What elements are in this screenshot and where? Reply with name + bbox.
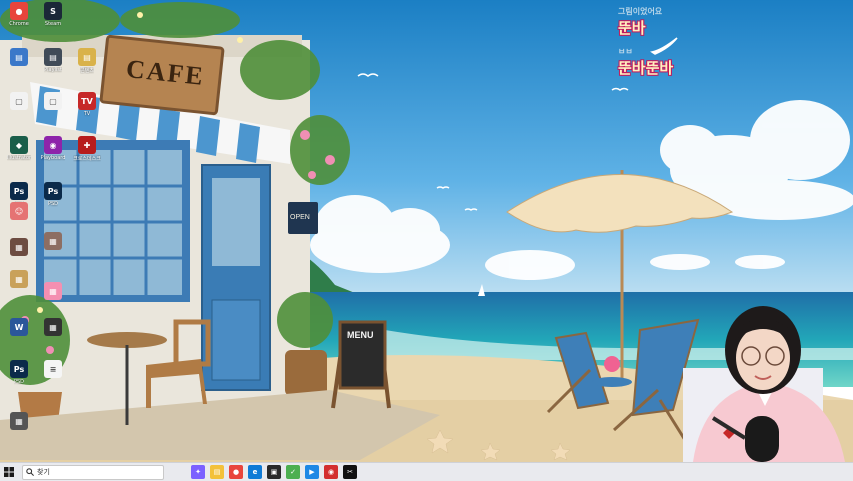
taskbar-pinned-apps: ✦ ▤ ● e ▣ ✓ ▶ ◉ ✂ xyxy=(186,465,357,479)
desktop-icon-label: Playlist xyxy=(44,67,62,73)
taskbar-app-app-green-icon[interactable]: ✓ xyxy=(286,465,300,479)
desktop-icon-doc-1[interactable]: ▢ xyxy=(4,92,34,122)
desktop-icon-label: Steam xyxy=(44,21,62,27)
image-3-icon: ▦ xyxy=(10,270,28,288)
overlay-line2-small: ㅂㅂ xyxy=(618,47,633,56)
overlay-line2-big: 뚠바뚠바 xyxy=(618,59,674,77)
windows-logo-icon xyxy=(4,467,14,477)
app-1-icon: ◆ xyxy=(10,136,28,154)
chrome-icon: ● xyxy=(10,2,28,20)
desktop-icon-image-4[interactable]: ▦ xyxy=(38,282,68,312)
taskbar: 찾기 ✦ ▤ ● e ▣ ✓ ▶ ◉ ✂ xyxy=(0,462,853,481)
tv-icon: TV xyxy=(78,92,96,110)
desktop-icon-word[interactable]: W xyxy=(4,318,34,348)
photoshop-3-icon: Ps xyxy=(10,360,28,378)
webcam-person-image xyxy=(683,306,845,462)
desktop-icon-chrome[interactable]: ● Chrome xyxy=(4,2,34,32)
desktop-icon-label: Playboard xyxy=(40,155,66,161)
text-file-icon: ≡ xyxy=(44,360,62,378)
desktop-icon-label: PSD xyxy=(47,201,59,207)
word-icon: W xyxy=(10,318,28,336)
folder-3-icon: ▤ xyxy=(78,48,96,66)
desktop-icon-label: Illustrator xyxy=(6,155,32,161)
search-placeholder: 찾기 xyxy=(37,468,50,476)
taskbar-app-copilot-icon[interactable]: ✦ xyxy=(191,465,205,479)
image-4-icon: ▦ xyxy=(44,282,62,300)
doc-2-icon: ▢ xyxy=(44,92,62,110)
taskbar-app-chrome-icon[interactable]: ● xyxy=(229,465,243,479)
desktop-icon-image-5[interactable]: ▦ xyxy=(38,318,68,348)
avatar-1-icon: ☺ xyxy=(10,202,28,220)
start-button[interactable] xyxy=(0,463,18,481)
desktop-icon-steam[interactable]: S Steam xyxy=(38,2,68,32)
desktop-icon-image-6[interactable]: ▦ xyxy=(4,412,34,442)
taskbar-search-box[interactable]: 찾기 xyxy=(22,464,164,480)
app-3-icon: ✚ xyxy=(78,136,96,154)
desktop-icon-label: Chrome xyxy=(9,21,29,27)
open-sign-text: OPEN xyxy=(290,214,310,221)
image-1-icon: ▦ xyxy=(44,232,62,250)
desktop-icon-image-3[interactable]: ▦ xyxy=(4,270,34,300)
desktop-icon-label: PSD xyxy=(13,379,25,385)
desktop-icon-photoshop-2[interactable]: Ps PSD xyxy=(38,182,68,212)
photoshop-2-icon: Ps xyxy=(44,182,62,200)
overlay-line1-small: 그림이었어요 xyxy=(618,7,663,16)
taskbar-app-app-dark-icon[interactable]: ▣ xyxy=(267,465,281,479)
folder-2-icon: ▤ xyxy=(44,48,62,66)
folder-1-icon: ▤ xyxy=(10,48,28,66)
desktop-icon-label: 콘텐츠 xyxy=(80,68,94,74)
image-6-icon: ▦ xyxy=(10,412,28,430)
desktop-icon-avatar-1[interactable]: ☺ xyxy=(4,202,34,232)
taskbar-app-edge-icon[interactable]: e xyxy=(248,465,262,479)
desktop-icon-photoshop-3[interactable]: Ps PSD xyxy=(4,360,34,390)
desktop-icon-folder-3[interactable]: ▤ 콘텐츠 xyxy=(72,48,102,78)
image-5-icon: ▦ xyxy=(44,318,62,336)
webcam-overlay xyxy=(683,298,853,462)
stream-text-overlay: 그림이었어요 뚠바 ㅂㅂ 뚠바뚠바 xyxy=(618,6,673,78)
steam-icon: S xyxy=(44,2,62,20)
desktop-icon-folder-2[interactable]: ▤ Playlist xyxy=(38,48,68,78)
desktop-icon-doc-2[interactable]: ▢ xyxy=(38,92,68,122)
desktop-icon-text-file[interactable]: ≡ xyxy=(38,360,68,390)
desktop-icon-app-1[interactable]: ◆ Illustrator xyxy=(4,136,34,166)
desktop-icon-image-2[interactable]: ▦ xyxy=(4,238,34,268)
menu-board-text: MENU xyxy=(347,330,374,340)
taskbar-app-file-explorer-icon[interactable]: ▤ xyxy=(210,465,224,479)
taskbar-app-app-red-icon[interactable]: ◉ xyxy=(324,465,338,479)
desktop-icon-tv[interactable]: TV TV xyxy=(72,92,102,122)
doc-1-icon: ▢ xyxy=(10,92,28,110)
desktop-icon-label: TV xyxy=(83,111,91,117)
desktop-icon-label: 크로스데스크 xyxy=(73,156,101,162)
taskbar-app-app-blue-icon[interactable]: ▶ xyxy=(305,465,319,479)
photoshop-1-icon: Ps xyxy=(10,182,28,200)
desktop-icon-app-3[interactable]: ✚ 크로스데스크 xyxy=(72,136,102,166)
overlay-line1-big: 뚠바 xyxy=(618,19,646,37)
desktop-icon-folder-1[interactable]: ▤ xyxy=(4,48,34,78)
taskbar-app-capcut-icon[interactable]: ✂ xyxy=(343,465,357,479)
image-2-icon: ▦ xyxy=(10,238,28,256)
desktop-icon-app-2[interactable]: ◉ Playboard xyxy=(38,136,68,166)
app-2-icon: ◉ xyxy=(44,136,62,154)
desktop-icon-image-1[interactable]: ▦ xyxy=(38,232,68,262)
search-icon xyxy=(26,468,34,476)
